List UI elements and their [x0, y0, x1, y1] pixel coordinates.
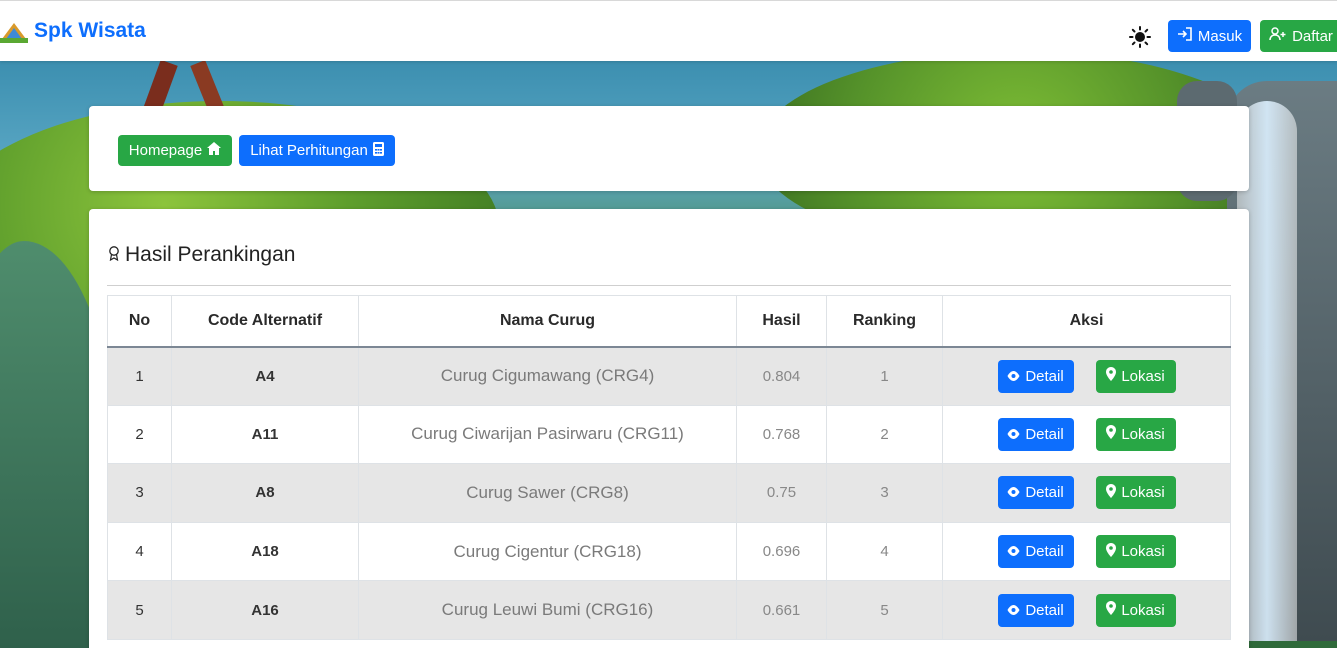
detail-button[interactable]: Detail [997, 535, 1074, 569]
section-title: Hasil Perankingan [107, 243, 295, 267]
brand-name: Spk Wisata [34, 19, 146, 42]
eye-icon [1007, 602, 1020, 619]
cell-aksi: Detail Lokasi [942, 346, 1231, 406]
sun-icon[interactable] [1129, 26, 1151, 48]
cell-code: A18 [171, 521, 359, 582]
cell-aksi: Detail Lokasi [942, 404, 1231, 465]
homepage-button[interactable]: Homepage [118, 135, 232, 166]
navbar: Spk Wisata Masuk Daftar [0, 0, 1337, 61]
lokasi-button[interactable]: Lokasi [1095, 535, 1176, 569]
homepage-label: Homepage [128, 142, 203, 159]
daftar-button[interactable]: Daftar [1260, 20, 1337, 52]
table-header-row: No Code Alternatif Nama Curug Hasil Rank… [107, 295, 1231, 348]
detail-button[interactable]: Detail [997, 359, 1074, 393]
cell-code: A4 [171, 346, 359, 406]
cell-hasil: 0.768 [736, 404, 827, 465]
eye-icon [1007, 484, 1020, 501]
detail-label: Detail [1025, 367, 1064, 385]
action-card: Homepage Lihat Perhitungan [89, 106, 1249, 191]
section-title-text: Hasil Perankingan [125, 243, 296, 266]
masuk-label: Masuk [1197, 27, 1243, 45]
cell-code: A8 [171, 463, 359, 523]
daftar-label: Daftar [1292, 27, 1333, 45]
header-aksi: Aksi [942, 295, 1231, 348]
ranking-card: Hasil Perankingan No Code Alternatif Nam… [89, 209, 1249, 648]
cell-no: 5 [107, 580, 172, 640]
brand-logo-icon [0, 19, 28, 43]
detail-label: Detail [1025, 543, 1064, 561]
user-plus-icon [1269, 27, 1287, 45]
table-row: 3 A8 Curug Sawer (CRG8) 0.75 3 Detail Lo… [107, 463, 1231, 523]
cell-ranking: 2 [826, 404, 943, 465]
detail-button[interactable]: Detail [997, 593, 1074, 627]
cell-code: A11 [171, 404, 359, 465]
lokasi-button[interactable]: Lokasi [1095, 593, 1176, 627]
login-icon [1177, 27, 1193, 45]
map-pin-icon [1106, 542, 1117, 561]
cell-aksi: Detail Lokasi [942, 580, 1231, 640]
table-row: 2 A11 Curug Ciwarijan Pasirwaru (CRG11) … [107, 404, 1231, 465]
lihat-perhitungan-button[interactable]: Lihat Perhitungan [239, 135, 395, 166]
detail-label: Detail [1025, 484, 1064, 502]
ranking-table: No Code Alternatif Nama Curug Hasil Rank… [107, 295, 1231, 640]
detail-button[interactable]: Detail [997, 417, 1074, 451]
cell-no: 4 [107, 521, 172, 582]
eye-icon [1007, 426, 1020, 443]
header-hasil: Hasil [736, 295, 827, 348]
cell-hasil: 0.696 [736, 521, 827, 582]
lokasi-label: Lokasi [1121, 367, 1165, 385]
header-code: Code Alternatif [171, 295, 359, 348]
cell-nama: Curug Leuwi Bumi (CRG16) [358, 580, 737, 640]
cell-no: 1 [107, 346, 172, 406]
lokasi-label: Lokasi [1121, 425, 1165, 443]
detail-label: Detail [1025, 425, 1064, 443]
map-pin-icon [1106, 367, 1117, 385]
home-icon [207, 142, 222, 159]
calculator-icon [372, 141, 384, 160]
cell-hasil: 0.804 [736, 346, 827, 406]
cell-ranking: 3 [826, 463, 943, 523]
table-row: 1 A4 Curug Cigumawang (CRG4) 0.804 1 Det… [107, 346, 1231, 406]
map-pin-icon [1106, 483, 1117, 502]
cell-hasil: 0.75 [736, 463, 827, 523]
cell-no: 3 [107, 463, 172, 523]
lokasi-label: Lokasi [1121, 484, 1165, 502]
cell-ranking: 4 [826, 521, 943, 582]
table-row: 4 A18 Curug Cigentur (CRG18) 0.696 4 Det… [107, 521, 1231, 582]
map-pin-icon [1106, 601, 1117, 619]
cell-nama: Curug Ciwarijan Pasirwaru (CRG11) [358, 404, 737, 465]
eye-icon [1007, 543, 1020, 560]
lokasi-label: Lokasi [1121, 601, 1165, 619]
header-ranking: Ranking [826, 295, 943, 348]
cell-ranking: 5 [826, 580, 943, 640]
map-pin-icon [1106, 425, 1117, 443]
table-row: 5 A16 Curug Leuwi Bumi (CRG16) 0.661 5 D… [107, 580, 1231, 640]
cell-no: 2 [107, 404, 172, 465]
header-no: No [107, 295, 172, 348]
lokasi-label: Lokasi [1121, 543, 1165, 561]
lokasi-button[interactable]: Lokasi [1095, 359, 1176, 393]
lihat-perhitungan-label: Lihat Perhitungan [250, 142, 368, 159]
detail-label: Detail [1025, 601, 1064, 619]
award-icon [107, 243, 121, 267]
brand-link[interactable]: Spk Wisata [0, 19, 146, 43]
cell-nama: Curug Cigumawang (CRG4) [358, 346, 737, 406]
cell-aksi: Detail Lokasi [942, 463, 1231, 523]
masuk-button[interactable]: Masuk [1168, 20, 1251, 52]
title-divider [107, 285, 1231, 286]
cell-ranking: 1 [826, 346, 943, 406]
detail-button[interactable]: Detail [997, 476, 1074, 510]
eye-icon [1007, 368, 1020, 385]
cell-hasil: 0.661 [736, 580, 827, 640]
cell-aksi: Detail Lokasi [942, 521, 1231, 582]
cell-code: A16 [171, 580, 359, 640]
lokasi-button[interactable]: Lokasi [1095, 476, 1176, 510]
header-nama: Nama Curug [358, 295, 737, 348]
cell-nama: Curug Cigentur (CRG18) [358, 521, 737, 582]
cell-nama: Curug Sawer (CRG8) [358, 463, 737, 523]
lokasi-button[interactable]: Lokasi [1095, 417, 1176, 451]
